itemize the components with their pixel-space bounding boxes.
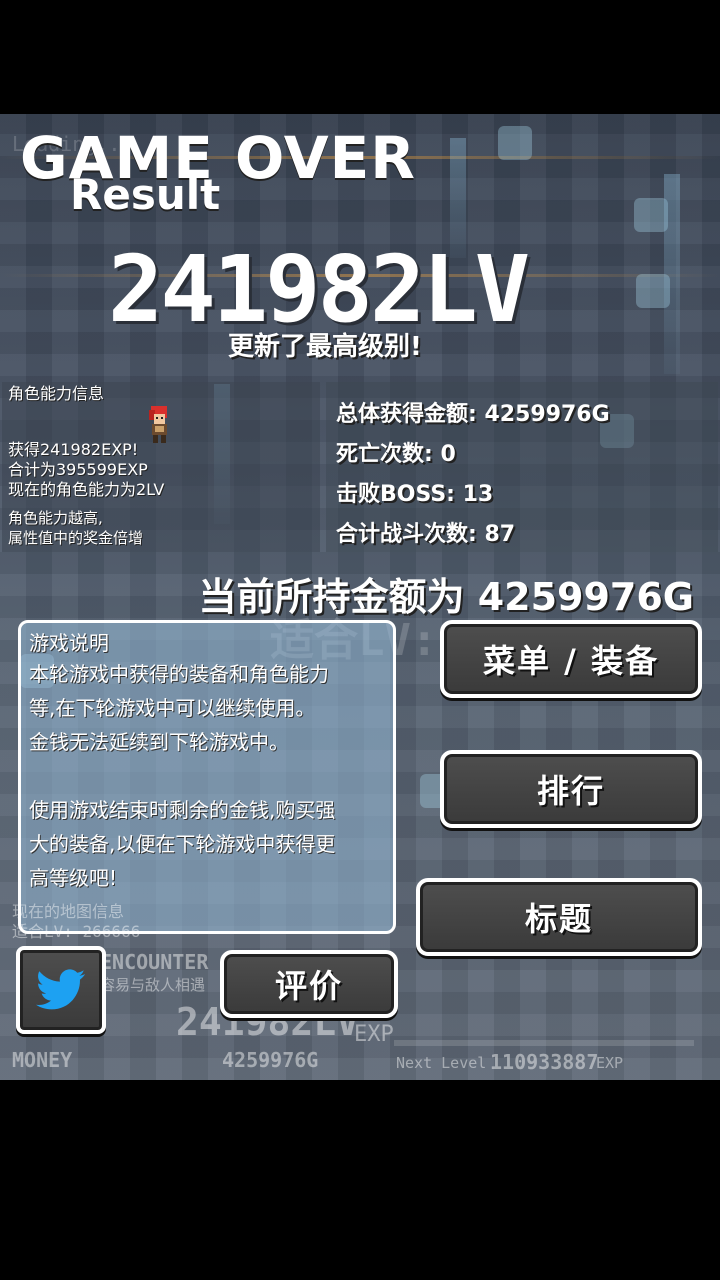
instructions-line: 等,在下轮游戏中可以继续使用。 — [29, 696, 316, 720]
level-update-message: 更新了最高级别! — [228, 332, 422, 362]
twitter-share-button[interactable] — [16, 946, 106, 1034]
boss-defeated-stat: 击败BOSS: 13 — [336, 482, 494, 507]
character-note-2: 属性值中的奖金倍增 — [8, 529, 144, 547]
achieved-level: 241982LV — [108, 236, 530, 343]
hud-next-level-value: 110933887 — [490, 1050, 599, 1074]
hud-next-level-label: Next Level — [396, 1054, 487, 1072]
game-instructions-box: 游戏说明 本轮游戏中获得的装备和角色能力 等,在下轮游戏中可以继续使用。 金钱无… — [18, 620, 396, 934]
character-note-1: 角色能力越高, — [8, 509, 103, 527]
character-level: 现在的角色能力为2LV — [8, 480, 165, 499]
hud-next-level-unit: EXP — [596, 1054, 624, 1072]
instructions-line: 高等级吧! — [29, 866, 118, 890]
exp-total: 合计为395599EXP — [8, 460, 148, 479]
encounter-gauge-sublabel: 容易与敌人相遇 — [100, 976, 206, 994]
death-count-stat: 死亡次数: 0 — [336, 442, 456, 467]
hud-money-label: MONEY — [12, 1048, 73, 1072]
instructions-line: 使用游戏结束时剩余的金钱,购买强 — [29, 798, 336, 822]
character-sprite — [149, 406, 167, 443]
exp-progress-bar — [394, 1040, 694, 1046]
title-button[interactable]: 标题 — [416, 878, 702, 956]
background-crystal — [498, 126, 532, 160]
battle-count-stat: 合计战斗次数: 87 — [336, 522, 516, 547]
total-gold-stat: 总体获得金额: 4259976G — [336, 402, 610, 427]
instructions-title: 游戏说明 — [29, 631, 109, 655]
game-screen: Loading... 适合LV: 266666 GAME OVER Result… — [0, 114, 720, 1080]
twitter-bird-icon — [36, 969, 86, 1010]
instructions-line: 本轮游戏中获得的装备和角色能力 — [29, 662, 329, 686]
instructions-line — [29, 759, 385, 793]
result-subtitle: Result — [70, 170, 221, 219]
background-crystal — [634, 198, 668, 232]
current-money: 当前所持金额为 4259976G — [198, 575, 694, 619]
exp-gained: 获得241982EXP! — [8, 440, 139, 459]
ranking-button[interactable]: 排行 — [440, 750, 702, 828]
background-pillar — [664, 174, 680, 374]
menu-equipment-button[interactable]: 菜单 / 装备 — [440, 620, 702, 698]
instructions-line: 金钱无法延续到下轮游戏中。 — [29, 730, 289, 754]
instructions-line: 大的装备,以便在下轮游戏中获得更 — [29, 832, 336, 856]
character-info-title: 角色能力信息 — [8, 384, 105, 403]
hud-money-value: 4259976G — [222, 1048, 319, 1072]
map-level-label: 适合LV: 266666 — [12, 922, 141, 941]
review-button[interactable]: 评价 — [220, 950, 398, 1018]
hud-exp-label: EXP — [354, 1022, 394, 1047]
